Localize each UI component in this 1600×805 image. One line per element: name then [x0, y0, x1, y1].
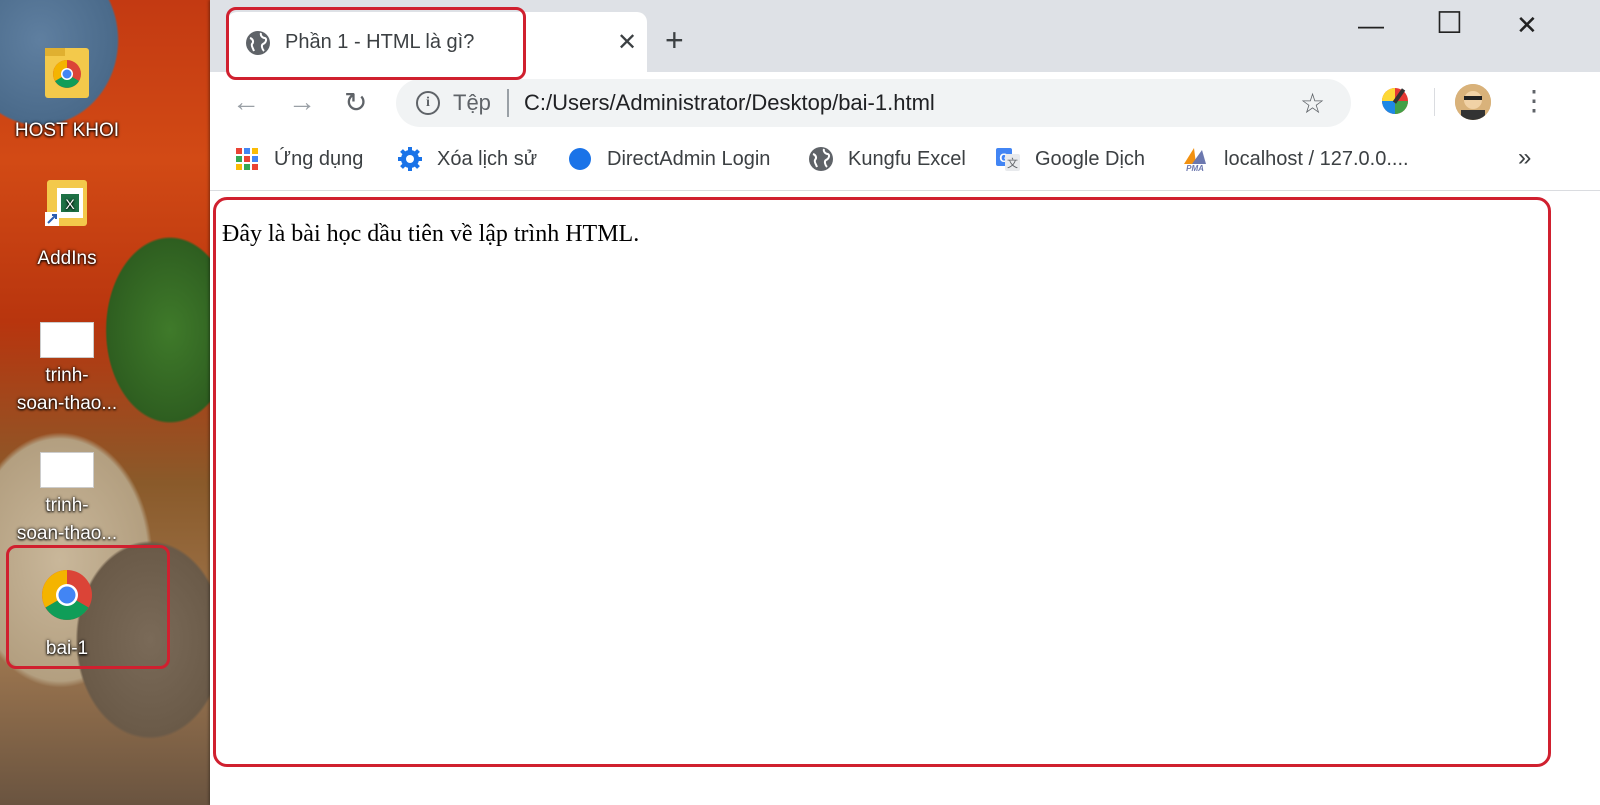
bookmark-item-google-dich[interactable]: G文 Google Dịch	[995, 146, 1145, 172]
info-icon[interactable]: i	[416, 91, 440, 115]
url-text[interactable]: C:/Users/Administrator/Desktop/bai-1.htm…	[524, 90, 935, 116]
excel-folder-icon: X	[8, 176, 126, 241]
bookmark-item-xoa-lich-su[interactable]: Xóa lịch sử	[397, 146, 537, 172]
svg-text:PMA: PMA	[1186, 164, 1204, 172]
bookmarks-bar: Ứng dụng Xóa lịch sử DirectAdmin Login K…	[210, 134, 1600, 191]
desktop-icon-addins[interactable]: X AddIns	[8, 176, 126, 273]
desktop-icon-trinh-soan-thao-1[interactable]: trinh- soan-thao...	[8, 322, 126, 418]
bookmark-item-apps[interactable]: Ứng dụng	[234, 146, 363, 172]
close-button[interactable]: ✕	[1516, 10, 1538, 41]
bookmark-label: Ứng dụng	[274, 147, 364, 170]
back-button[interactable]: ←	[232, 86, 260, 118]
address-bar[interactable]: i Tệp C:/Users/Administrator/Desktop/bai…	[396, 79, 1351, 127]
highlight-page-content	[213, 197, 1551, 767]
desktop-icon-label-line2: soan-thao...	[16, 523, 118, 544]
bookmark-star-icon[interactable]: ☆	[1300, 87, 1325, 120]
svg-text:X: X	[65, 196, 75, 212]
forward-button[interactable]: →	[288, 86, 316, 118]
avatar[interactable]	[1455, 84, 1491, 120]
bookmark-item-kungfu-excel[interactable]: Kungfu Excel	[808, 146, 966, 172]
apps-grid-icon	[234, 146, 260, 172]
bookmark-label: Google Dịch	[1035, 147, 1146, 170]
desktop-icon-label-line2: soan-thao...	[16, 393, 118, 414]
phpmyadmin-icon: PMA	[1180, 146, 1210, 173]
desktop-icon-label: AddIns	[37, 248, 97, 269]
blue-dot-icon	[567, 146, 593, 172]
highlight-tab	[226, 7, 526, 80]
chrome-folder-icon	[8, 44, 126, 113]
toolbar-divider	[1434, 88, 1435, 116]
bookmark-label: DirectAdmin Login	[607, 147, 771, 170]
bookmark-label: Kungfu Excel	[848, 147, 966, 170]
scheme-label: Tệp	[453, 90, 491, 115]
bookmarks-overflow-button[interactable]: »	[1518, 144, 1531, 172]
highlight-desktop-file	[6, 545, 170, 669]
document-thumbnail-icon	[40, 452, 94, 488]
bookmark-item-localhost[interactable]: PMA localhost / 127.0.0....	[1180, 146, 1409, 173]
desktop-icon-label-line1: trinh-	[45, 365, 89, 386]
bookmark-label: localhost / 127.0.0....	[1224, 147, 1409, 170]
extension-icon[interactable]	[1380, 86, 1410, 121]
document-thumbnail-icon	[40, 322, 94, 358]
bookmark-label: Xóa lịch sử	[437, 147, 538, 170]
new-tab-button[interactable]: +	[665, 22, 684, 58]
bookmark-item-directadmin[interactable]: DirectAdmin Login	[567, 146, 770, 172]
gear-icon	[397, 146, 423, 172]
desktop-icon-trinh-soan-thao-2[interactable]: trinh- soan-thao...	[8, 452, 126, 548]
desktop-icon-label-line1: trinh-	[45, 495, 89, 516]
svg-text:文: 文	[1007, 156, 1018, 170]
tab-close-button[interactable]: ✕	[617, 28, 637, 57]
omnibox-separator	[507, 89, 509, 117]
menu-button[interactable]: ⋮	[1520, 84, 1548, 117]
globe-icon	[808, 146, 834, 172]
maximize-button[interactable]: ☐	[1436, 6, 1463, 41]
desktop-icon-label: HOST KHOI	[14, 120, 120, 141]
toolbar: ← → ↻ i Tệp C:/Users/Administrator/Deskt…	[210, 72, 1600, 134]
desktop-icon-host-khoi[interactable]: HOST KHOI	[8, 44, 126, 145]
google-translate-icon: G文	[995, 146, 1021, 172]
minimize-button[interactable]: —	[1358, 10, 1384, 41]
reload-button[interactable]: ↻	[344, 86, 367, 119]
